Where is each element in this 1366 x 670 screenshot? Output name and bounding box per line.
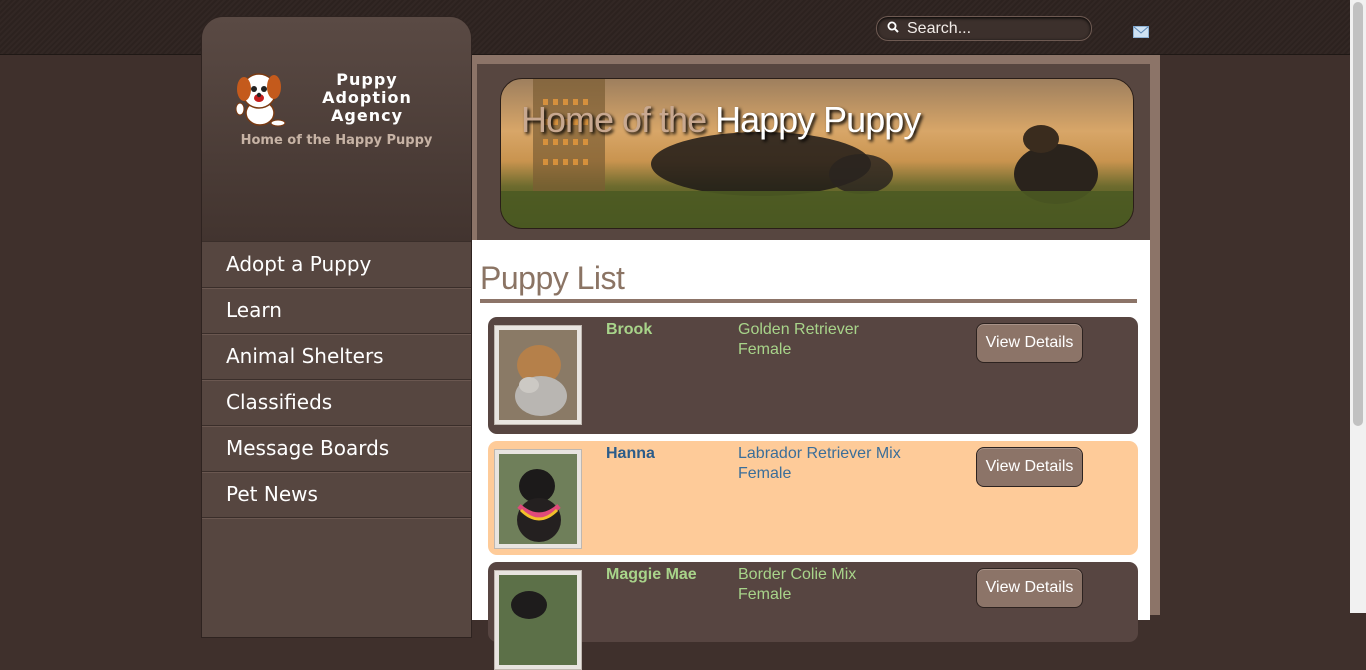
puppy-photo-image [499, 575, 577, 665]
brand-name[interactable]: Puppy Adoption Agency [312, 71, 422, 125]
page-scrollbar[interactable] [1350, 0, 1366, 613]
banner-headline: Home of the Happy Puppy [521, 99, 921, 140]
view-details-button[interactable]: View Details [976, 323, 1083, 363]
nav-item-adopt-a-puppy[interactable]: Adopt a Puppy [202, 242, 471, 288]
title-divider [480, 299, 1137, 303]
puppy-card: Hanna Labrador Retriever Mix Female View… [488, 441, 1138, 555]
puppy-photo[interactable] [494, 449, 582, 549]
search-box[interactable] [876, 16, 1092, 41]
puppy-photo[interactable] [494, 325, 582, 425]
content-area: Puppy List Brook Golden Retriever Female… [472, 240, 1150, 670]
puppy-sex: Female [738, 586, 792, 603]
mail-icon[interactable] [1133, 26, 1149, 38]
view-details-button[interactable]: View Details [976, 568, 1083, 608]
search-input[interactable] [907, 20, 1082, 38]
search-icon [887, 21, 899, 33]
brand-header: Puppy Adoption Agency Home of the Happy … [202, 17, 471, 241]
hero-banner: Home of the Happy Puppy [500, 78, 1134, 229]
view-details-button[interactable]: View Details [976, 447, 1083, 487]
nav-item-message-boards[interactable]: Message Boards [202, 426, 471, 472]
puppy-name[interactable]: Maggie Mae [606, 566, 697, 584]
puppy-photo-image [499, 330, 577, 420]
puppy-card: Maggie Mae Border Colie Mix Female View … [488, 562, 1138, 670]
brand-tagline: Home of the Happy Puppy [240, 133, 433, 148]
puppy-photo-image [499, 454, 577, 544]
sidebar: Puppy Adoption Agency Home of the Happy … [201, 16, 472, 638]
nav-item-classifieds[interactable]: Classifieds [202, 380, 471, 426]
puppy-logo-icon[interactable] [232, 67, 290, 131]
puppy-breed: Golden Retriever [738, 321, 859, 338]
nav-item-pet-news[interactable]: Pet News [202, 472, 471, 518]
puppy-name[interactable]: Brook [606, 321, 652, 339]
puppy-card: Brook Golden Retriever Female View Detai… [488, 317, 1138, 434]
puppy-sex: Female [738, 341, 792, 358]
nav-item-learn[interactable]: Learn [202, 288, 471, 334]
puppy-name[interactable]: Hanna [606, 445, 655, 463]
scrollbar-thumb[interactable] [1353, 2, 1363, 426]
puppy-breed: Labrador Retriever Mix [738, 445, 901, 462]
page-title: Puppy List [480, 260, 625, 296]
puppy-breed: Border Colie Mix [738, 566, 857, 583]
puppy-sex: Female [738, 465, 792, 482]
main-nav: Adopt a Puppy Learn Animal Shelters Clas… [202, 241, 471, 518]
puppy-photo[interactable] [494, 570, 582, 670]
nav-item-animal-shelters[interactable]: Animal Shelters [202, 334, 471, 380]
